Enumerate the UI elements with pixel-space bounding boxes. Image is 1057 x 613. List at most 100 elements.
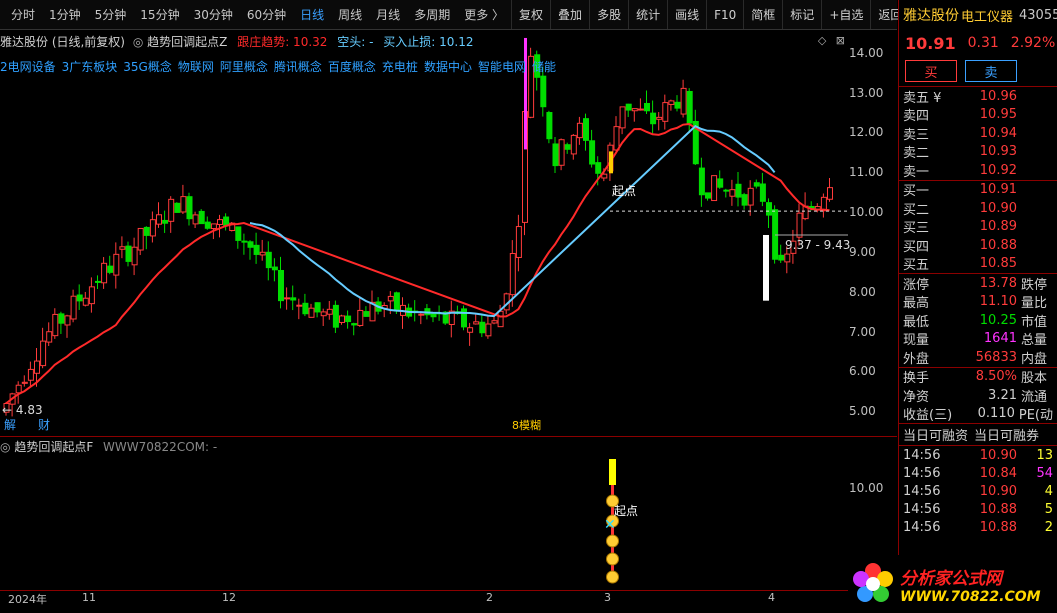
candle-down <box>314 302 321 313</box>
stat2-label-2: PE(动 <box>1018 408 1053 424</box>
toolbar-button-1[interactable]: 叠加 <box>550 0 589 29</box>
pink-bar <box>524 37 527 150</box>
bid-row: 买一 10.91 <box>899 181 1057 199</box>
candle-up <box>101 262 108 284</box>
stat-value: 56833 <box>975 349 1017 365</box>
concept-tag-4[interactable]: 阿里概念 <box>220 60 268 74</box>
stock-title: 雅达股份 (日线,前复权) <box>0 35 125 49</box>
period-tab-4[interactable]: 30分钟 <box>187 6 240 23</box>
concept-tag-2[interactable]: 35G概念 <box>123 60 172 74</box>
concept-tag-5[interactable]: 腾讯概念 <box>274 60 322 74</box>
period-tab-0[interactable]: 分时 <box>4 6 42 23</box>
concept-tag-1[interactable]: 3广东板块 <box>62 60 118 74</box>
quote-panel: 雅达股份 电工仪器 43055 10.91 0.31 2.92% 买 卖 卖五 … <box>898 0 1057 613</box>
ma-line-red <box>5 122 830 405</box>
coin-icon <box>606 570 619 584</box>
concept-tag-3[interactable]: 物联网 <box>178 60 214 74</box>
trade-volume: 5 <box>1044 501 1053 517</box>
trade-time: 14:56 <box>903 447 941 463</box>
stat2-row: 收益(三) 0.110 PE(动 <box>899 405 1057 424</box>
period-tab-7[interactable]: 周线 <box>331 6 369 23</box>
stat-row: 外盘 56833 内盘 <box>899 348 1057 367</box>
candle-down <box>461 308 467 328</box>
stock-header: 雅达股份 电工仪器 43055 <box>899 0 1057 30</box>
trade-volume: 54 <box>1036 465 1053 481</box>
toolbar-button-4[interactable]: 画线 <box>667 0 706 29</box>
sub-indicator-chart[interactable]: ✕起点 ◎ 趋势回调起点F WWW70822COM: - 10.005.00 <box>0 436 897 596</box>
toolbar-button-8[interactable]: +自选 <box>821 0 870 29</box>
ask-label: 卖三 <box>903 127 930 143</box>
margin-tab-securities[interactable]: 当日可融券 <box>974 425 1039 444</box>
period-tab-5[interactable]: 60分钟 <box>240 6 293 23</box>
margin-tab-financing[interactable]: 当日可融资 <box>903 425 968 444</box>
main-kline-chart[interactable]: ← 15.11← 4.839.37 - 9.43起点解财8模糊 雅达股份 (日线… <box>0 30 897 436</box>
period-tab-8[interactable]: 月线 <box>369 6 407 23</box>
collapse-icon[interactable]: ⊠ <box>836 34 845 47</box>
stat-label-2: 内盘 <box>1021 351 1048 367</box>
bid-row: 买五 10.85 <box>899 255 1057 273</box>
period-selector: 分时 1分钟 5分钟 15分钟 30分钟 60分钟 日线 周线 月线 多周期 更多 〉 <box>0 0 511 29</box>
candle-up <box>70 295 77 320</box>
concept-tag-6[interactable]: 百度概念 <box>328 60 376 74</box>
period-tab-2[interactable]: 5分钟 <box>88 6 134 23</box>
toolbar-button-2[interactable]: 多股 <box>589 0 628 29</box>
candle-down <box>766 202 772 216</box>
candle-up <box>149 219 156 237</box>
candle-down <box>76 294 83 302</box>
concept-tag-9[interactable]: 智能电网 <box>478 60 526 74</box>
candle-down <box>540 75 547 108</box>
time-label-0: 2024年 <box>8 593 47 606</box>
period-tab-1[interactable]: 1分钟 <box>42 6 88 23</box>
period-tab-9[interactable]: 多周期 <box>407 6 457 23</box>
current-price: 10.91 <box>905 33 956 53</box>
diamond-icon[interactable]: ◇ <box>818 34 826 47</box>
candle-down <box>589 140 596 165</box>
candle-down <box>778 254 785 261</box>
ask-price: 10.93 <box>979 144 1017 160</box>
sub-indicator-title[interactable]: 趋势回调起点F <box>14 440 93 454</box>
stat2-value: 8.50% <box>975 369 1017 385</box>
concept-tag-7[interactable]: 充电桩 <box>382 60 418 74</box>
toolbar-button-5[interactable]: F10 <box>706 0 743 29</box>
sell-button[interactable]: 卖 <box>965 60 1017 82</box>
settings-icon[interactable]: ◎ <box>133 35 143 49</box>
stat-row: 最高 11.10 量比 <box>899 293 1057 311</box>
indicator-name[interactable]: 趋势回调起点Z <box>147 35 227 49</box>
stock-sector[interactable]: 电工仪器 <box>961 6 1013 25</box>
sub-indicator-canvas[interactable]: ✕起点 <box>0 437 897 597</box>
concept-tag-10[interactable]: 储能 <box>532 60 556 74</box>
site-logo: 分析家公式网 WWW.70822.COM <box>848 555 1057 613</box>
toolbar-button-0[interactable]: 复权 <box>511 0 550 29</box>
candle-up <box>357 309 364 326</box>
candle-down <box>698 167 705 196</box>
candle-up <box>467 327 474 333</box>
candle-up <box>326 308 333 315</box>
stat2-label: 换手 <box>903 371 930 387</box>
candle-up <box>747 187 754 206</box>
stat2-label: 收益(三) <box>903 408 953 424</box>
toolbar-button-7[interactable]: 标记 <box>782 0 821 29</box>
buy-button[interactable]: 买 <box>905 60 957 82</box>
stat2-label-2: 流通 <box>1021 389 1048 405</box>
ask-label: 卖四 <box>903 109 930 125</box>
cross-icon: ✕ <box>604 517 616 533</box>
candle-down <box>265 251 272 269</box>
range-label: 9.37 - 9.43 <box>785 238 850 252</box>
candle-down <box>186 196 193 220</box>
kline-canvas[interactable]: ← 15.11← 4.839.37 - 9.43起点解财8模糊 <box>0 30 897 436</box>
candle-down <box>430 313 437 318</box>
settings-icon[interactable]: ◎ <box>0 440 10 454</box>
candle-up <box>631 108 638 112</box>
concept-tag-8[interactable]: 数据中心 <box>424 60 472 74</box>
stat2-value: 0.110 <box>977 406 1015 422</box>
period-tab-3[interactable]: 15分钟 <box>133 6 186 23</box>
candle-down <box>717 178 724 188</box>
trade-volume: 13 <box>1036 447 1053 463</box>
trade-price: 10.88 <box>979 519 1017 535</box>
candle-down <box>95 280 101 283</box>
toolbar-button-6[interactable]: 简框 <box>743 0 782 29</box>
period-tab-6[interactable]: 日线 <box>293 6 331 23</box>
concept-tag-0[interactable]: 2电网设备 <box>0 60 56 74</box>
toolbar-button-3[interactable]: 统计 <box>628 0 667 29</box>
period-tab-10[interactable]: 更多 〉 <box>457 6 511 23</box>
